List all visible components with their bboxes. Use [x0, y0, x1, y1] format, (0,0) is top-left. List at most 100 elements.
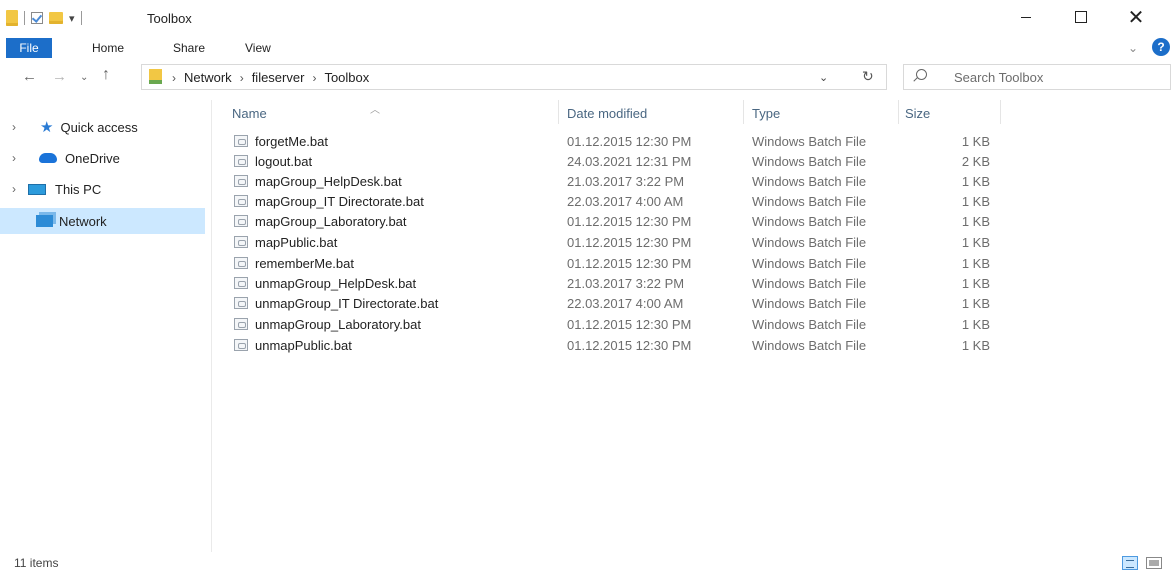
pane-divider[interactable] — [211, 100, 212, 552]
file-size: 1 KB — [961, 174, 990, 189]
breadcrumb-separator-icon[interactable]: › — [172, 71, 176, 85]
breadcrumb-toolbox[interactable]: Toolbox — [324, 70, 369, 85]
properties-check-icon[interactable] — [31, 12, 43, 24]
file-date: 24.03.2021 12:31 PM — [567, 154, 692, 169]
file-type: Windows Batch File — [752, 296, 867, 311]
file-type: Windows Batch File — [752, 338, 867, 353]
file-size: 2 KB — [961, 154, 990, 169]
file-name: rememberMe.bat — [255, 256, 354, 271]
breadcrumb-network[interactable]: Network — [184, 70, 232, 85]
file-type: Windows Batch File — [752, 134, 867, 149]
maximize-button[interactable] — [1058, 0, 1104, 34]
toolbar-divider — [80, 11, 82, 25]
breadcrumb-separator-icon[interactable]: › — [240, 71, 244, 85]
file-size: 1 KB — [961, 338, 990, 353]
table-row[interactable]: unmapGroup_IT Directorate.bat 22.03.2017… — [232, 294, 1000, 314]
customize-toolbar-arrow-icon[interactable]: ▾ — [69, 12, 75, 25]
file-type: Windows Batch File — [752, 214, 867, 229]
file-date: 01.12.2015 12:30 PM — [567, 317, 692, 332]
arrow-right-icon: → — [52, 68, 67, 85]
star-icon: ★ — [40, 119, 54, 136]
file-size: 1 KB — [961, 214, 990, 229]
forward-button[interactable]: → — [52, 68, 67, 85]
batch-file-icon — [234, 277, 248, 289]
file-date: 01.12.2015 12:30 PM — [567, 256, 692, 271]
help-icon[interactable]: ? — [1152, 38, 1170, 56]
network-icon — [36, 215, 53, 227]
file-date: 01.12.2015 12:30 PM — [567, 338, 692, 353]
column-header-date-modified[interactable]: Date modified — [567, 106, 647, 126]
column-header-size[interactable]: Size — [905, 106, 930, 126]
cloud-icon — [39, 153, 57, 163]
table-row[interactable]: mapGroup_Laboratory.bat 01.12.2015 12:30… — [232, 212, 1000, 232]
breadcrumb: › Network › fileserver › Toolbox — [172, 70, 369, 85]
quick-access-toolbar: ▾ — [6, 9, 82, 27]
tab-share[interactable]: Share — [173, 38, 205, 58]
batch-file-icon — [234, 175, 248, 187]
batch-file-icon — [234, 195, 248, 207]
tab-view[interactable]: View — [245, 38, 271, 58]
search-input[interactable]: Search Toolbox — [954, 70, 1043, 85]
new-folder-icon[interactable] — [49, 12, 63, 24]
computer-icon — [28, 183, 46, 195]
file-size: 1 KB — [961, 296, 990, 311]
tab-file[interactable]: File — [6, 38, 52, 58]
file-name: unmapGroup_Laboratory.bat — [255, 317, 421, 332]
file-date: 01.12.2015 12:30 PM — [567, 134, 692, 149]
table-row[interactable]: mapGroup_IT Directorate.bat 22.03.2017 4… — [232, 192, 1000, 212]
file-name: logout.bat — [255, 154, 313, 169]
table-row[interactable]: forgetMe.bat 01.12.2015 12:30 PM Windows… — [232, 132, 1000, 152]
breadcrumb-fileserver[interactable]: fileserver — [252, 70, 305, 85]
large-icons-view-icon[interactable] — [1146, 557, 1162, 569]
file-size: 1 KB — [961, 276, 990, 291]
file-type: Windows Batch File — [752, 194, 867, 209]
column-header-type[interactable]: Type — [752, 106, 780, 126]
chevron-down-icon: ⌄ — [80, 72, 89, 83]
network-folder-icon — [149, 69, 162, 84]
details-view-icon[interactable] — [1122, 556, 1138, 570]
file-type: Windows Batch File — [752, 174, 867, 189]
chevron-right-icon[interactable]: › — [0, 182, 28, 196]
folder-properties-icon[interactable] — [6, 10, 18, 26]
minimize-icon — [1021, 16, 1031, 18]
batch-file-icon — [234, 339, 248, 351]
table-row[interactable]: mapGroup_HelpDesk.bat 21.03.2017 3:22 PM… — [232, 172, 1000, 192]
sidebar-item-this-pc[interactable]: › This PC — [0, 176, 205, 202]
column-header-name[interactable]: Name — [232, 106, 267, 126]
file-date: 01.12.2015 12:30 PM — [567, 214, 692, 229]
close-button[interactable]: ✕ — [1113, 0, 1159, 34]
column-divider[interactable] — [558, 100, 559, 124]
tab-home[interactable]: Home — [92, 38, 124, 58]
batch-file-icon — [234, 257, 248, 269]
column-divider[interactable] — [743, 100, 744, 124]
file-name: mapGroup_Laboratory.bat — [255, 214, 407, 229]
file-size: 1 KB — [961, 134, 990, 149]
table-row[interactable]: mapPublic.bat 01.12.2015 12:30 PM Window… — [232, 233, 1000, 253]
table-row[interactable]: unmapPublic.bat 01.12.2015 12:30 PM Wind… — [232, 336, 1000, 356]
minimize-button[interactable] — [1003, 0, 1049, 34]
sidebar-item-onedrive[interactable]: › OneDrive — [0, 145, 205, 171]
file-date: 22.03.2017 4:00 AM — [567, 194, 684, 209]
file-size: 1 KB — [961, 194, 990, 209]
table-row[interactable]: unmapGroup_Laboratory.bat 01.12.2015 12:… — [232, 315, 1000, 335]
column-divider[interactable] — [898, 100, 899, 124]
address-dropdown-icon[interactable]: ⌄ — [819, 71, 828, 84]
table-row[interactable]: logout.bat 24.03.2021 12:31 PM Windows B… — [232, 152, 1000, 172]
table-row[interactable]: rememberMe.bat 01.12.2015 12:30 PM Windo… — [232, 254, 1000, 274]
expand-ribbon-chevron-icon[interactable]: ⌄ — [1128, 41, 1138, 55]
file-name: mapGroup_IT Directorate.bat — [255, 194, 424, 209]
sidebar-item-network[interactable]: Network — [0, 208, 205, 234]
back-button[interactable]: ← — [22, 68, 37, 85]
sidebar-item-quick-access[interactable]: › ★ Quick access — [0, 114, 205, 140]
refresh-icon[interactable]: ↻ — [862, 68, 874, 85]
breadcrumb-separator-icon[interactable]: › — [312, 71, 316, 85]
arrow-up-icon: ↑ — [102, 66, 110, 83]
up-button[interactable]: ↑ — [102, 66, 110, 84]
table-row[interactable]: unmapGroup_HelpDesk.bat 21.03.2017 3:22 … — [232, 274, 1000, 294]
file-type: Windows Batch File — [752, 235, 867, 250]
search-icon — [916, 69, 927, 80]
chevron-right-icon[interactable]: › — [0, 120, 28, 134]
chevron-right-icon[interactable]: › — [0, 151, 28, 165]
recent-locations-button[interactable]: ⌄ — [80, 72, 88, 83]
column-divider[interactable] — [1000, 100, 1001, 124]
